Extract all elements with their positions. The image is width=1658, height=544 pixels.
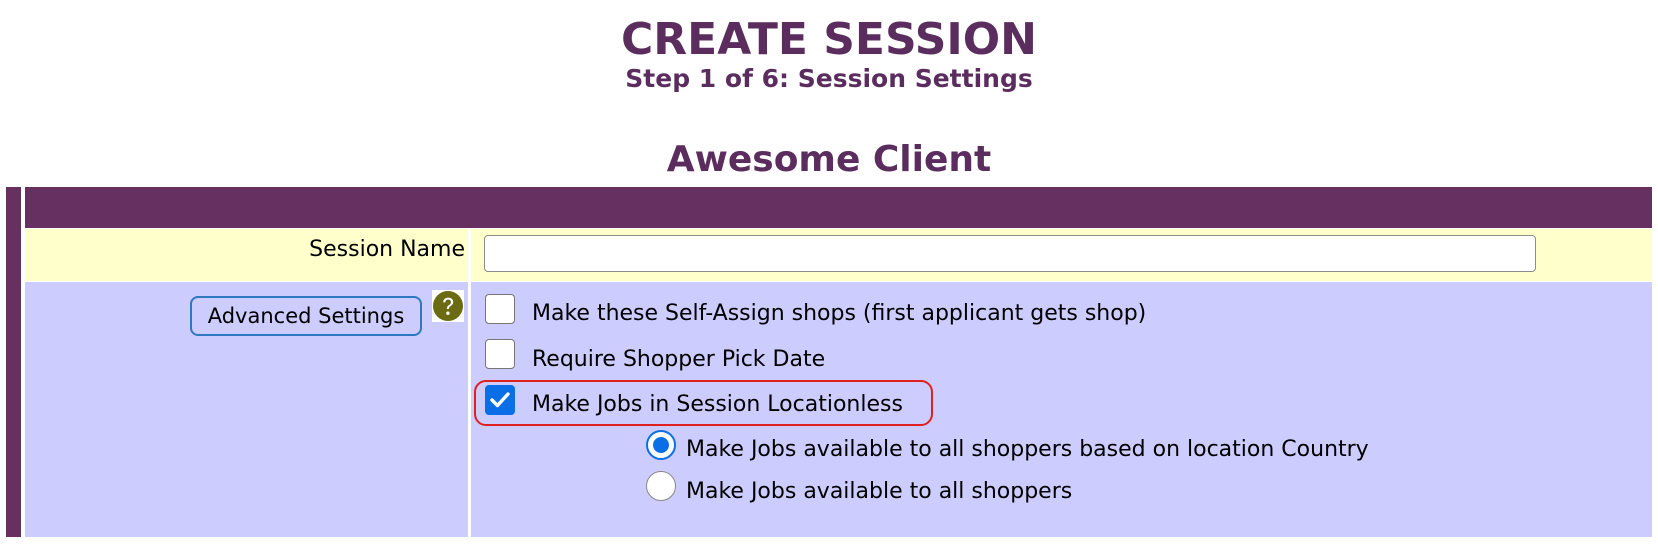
- session-name-input[interactable]: [484, 235, 1536, 272]
- page-title: CREATE SESSION: [620, 14, 1037, 65]
- client-name-heading: Awesome Client: [666, 139, 992, 180]
- self-assign-label: Make these Self-Assign shops (first appl…: [532, 301, 1147, 326]
- self-assign-checkbox[interactable]: [485, 294, 515, 324]
- session-name-label: Session Name: [309, 237, 465, 262]
- left-rail: [6, 187, 21, 537]
- require-pick-date-label: Require Shopper Pick Date: [532, 347, 826, 372]
- locationless-checkbox[interactable]: [485, 385, 515, 415]
- country-based-label: Make Jobs available to all shoppers base…: [686, 437, 1369, 462]
- page-subtitle: Step 1 of 6: Session Settings: [625, 64, 1033, 93]
- advanced-settings-button[interactable]: Advanced Settings: [190, 296, 422, 336]
- country-based-radio[interactable]: [646, 430, 676, 460]
- require-pick-date-checkbox[interactable]: [485, 339, 515, 369]
- all-shoppers-radio[interactable]: [646, 471, 676, 501]
- checkmark-icon: [490, 392, 510, 408]
- column-divider: [468, 229, 471, 537]
- locationless-label: Make Jobs in Session Locationless: [532, 392, 903, 417]
- question-circle-icon[interactable]: [432, 290, 464, 322]
- all-shoppers-label: Make Jobs available to all shoppers: [686, 479, 1073, 504]
- form-header-bar: [25, 187, 1652, 228]
